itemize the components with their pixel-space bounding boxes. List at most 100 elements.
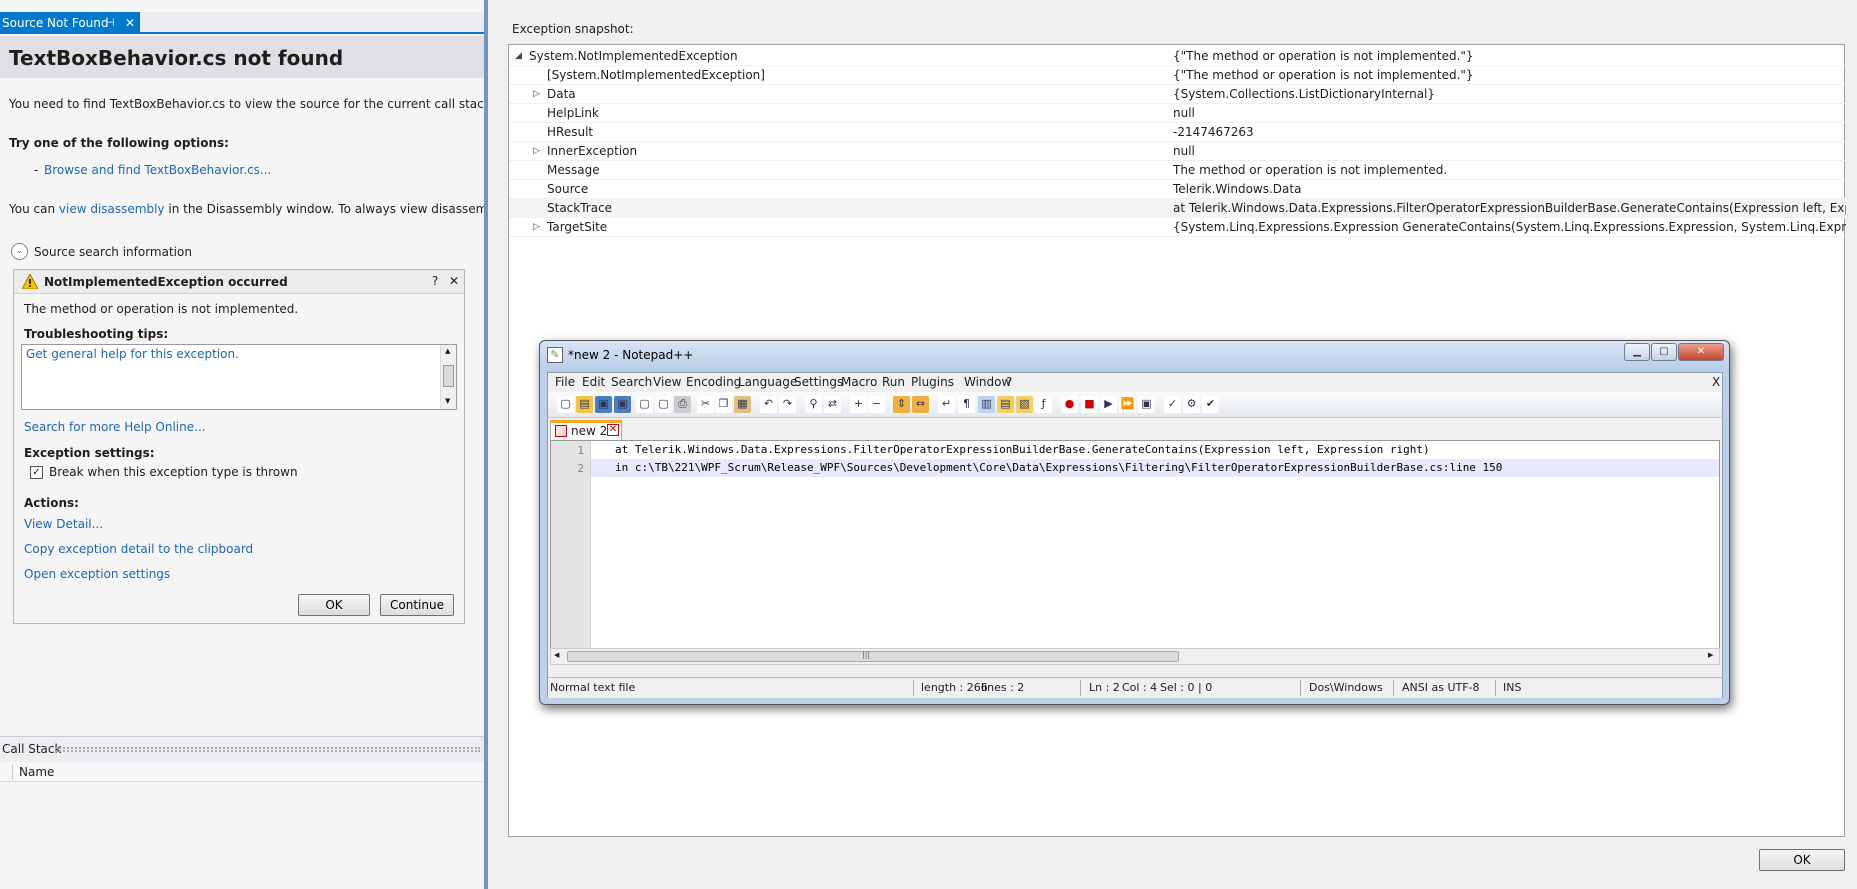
close-all-icon[interactable]: ▢ bbox=[655, 396, 672, 413]
save-all-icon[interactable]: ▣ bbox=[614, 396, 631, 413]
dialog-ok-button[interactable]: OK bbox=[1759, 849, 1845, 871]
scroll-left-icon[interactable]: ◀ bbox=[554, 651, 559, 659]
code-line[interactable]: at Telerik.Windows.Data.Expressions.Filt… bbox=[591, 441, 1430, 459]
view-disassembly-link[interactable]: view disassembly bbox=[59, 202, 165, 216]
udl-icon[interactable]: ▤ bbox=[997, 396, 1014, 413]
close-tab-icon[interactable]: ✕ bbox=[607, 424, 619, 436]
snapshot-row[interactable]: ▷ Data {System.Collections.ListDictionaryI… bbox=[509, 85, 1846, 104]
close-icon[interactable]: ▢ bbox=[636, 396, 653, 413]
expand-icon[interactable]: ▷ bbox=[533, 218, 540, 236]
search-help-online-link[interactable]: Search for more Help Online... bbox=[24, 420, 206, 434]
pin-icon[interactable]: ⊣ bbox=[105, 12, 115, 34]
save-macro-icon[interactable]: ▣ bbox=[1138, 396, 1155, 413]
browse-source-link[interactable]: Browse and find TextBoxBehavior.cs... bbox=[44, 163, 271, 177]
scroll-thumb[interactable]: ||| bbox=[567, 650, 1179, 662]
print-icon[interactable]: ⎙ bbox=[674, 396, 691, 413]
snapshot-row[interactable]: Source Telerik.Windows.Data bbox=[509, 180, 1846, 199]
notepadpp-titlebar[interactable]: ✎ *new 2 - Notepad++ ▁ ▢ ✕ bbox=[540, 341, 1729, 372]
spellcheck-icon[interactable]: ✓ bbox=[1164, 396, 1181, 413]
snapshot-row[interactable]: ▷ InnerException null bbox=[509, 142, 1846, 161]
horizontal-scrollbar[interactable]: ◀ ||| ▶ bbox=[550, 648, 1720, 665]
cut-icon[interactable]: ✂ bbox=[697, 396, 714, 413]
find-icon[interactable]: ⚲ bbox=[805, 396, 822, 413]
menu-item[interactable]: File bbox=[555, 373, 575, 392]
redo-icon[interactable]: ↷ bbox=[779, 396, 796, 413]
expand-icon[interactable]: ▷ bbox=[533, 85, 540, 103]
open-file-icon[interactable]: ▤ bbox=[576, 396, 593, 413]
menu-close-icon[interactable]: X bbox=[1712, 373, 1720, 392]
source-search-label[interactable]: Source search information bbox=[34, 245, 192, 259]
save-icon[interactable]: ▣ bbox=[595, 396, 612, 413]
scroll-down-icon[interactable]: ▼ bbox=[445, 397, 450, 405]
paste-icon[interactable]: ▦ bbox=[734, 396, 751, 413]
new-file-icon[interactable]: ▢ bbox=[557, 396, 574, 413]
menu-item[interactable]: Encoding bbox=[686, 373, 741, 392]
stop-macro-icon[interactable]: ■ bbox=[1081, 396, 1098, 413]
indent-guide-icon[interactable]: ▥ bbox=[978, 396, 995, 413]
menu-item[interactable]: Window bbox=[964, 373, 1011, 392]
status-divider bbox=[1080, 680, 1081, 696]
snapshot-row[interactable]: ▷ TargetSite {System.Linq.Expressions.Expr… bbox=[509, 218, 1846, 237]
view-detail-link[interactable]: View Detail... bbox=[24, 517, 103, 531]
snapshot-row[interactable]: StackTrace at Telerik.Windows.Data.Expre… bbox=[509, 199, 1846, 218]
doc-map-icon[interactable]: ▧ bbox=[1016, 396, 1033, 413]
name-column-header[interactable]: Name bbox=[19, 765, 54, 779]
sync-h-icon[interactable]: ⇔ bbox=[912, 396, 929, 413]
sync-v-icon[interactable]: ⇕ bbox=[893, 396, 910, 413]
play-macro-icon[interactable]: ▶ bbox=[1100, 396, 1117, 413]
chevron-down-icon[interactable]: ⌄ bbox=[11, 243, 28, 260]
close-icon[interactable]: ✕ bbox=[449, 274, 459, 288]
menu-item[interactable]: View bbox=[653, 373, 681, 392]
minimize-button[interactable]: ▁ bbox=[1624, 343, 1650, 361]
help-icon[interactable]: ? bbox=[432, 274, 438, 288]
expand-icon[interactable]: ▷ bbox=[533, 142, 540, 160]
undo-icon[interactable]: ↶ bbox=[760, 396, 777, 413]
close-tab-icon[interactable]: ✕ bbox=[125, 12, 135, 34]
menu-item[interactable]: Search bbox=[611, 373, 652, 392]
code-line-current[interactable]: in c:\TB\221\WPF_Scrum\Release_WPF\Sourc… bbox=[591, 459, 1719, 477]
menu-item[interactable]: ? bbox=[1006, 373, 1012, 392]
menu-item[interactable]: Edit bbox=[582, 373, 605, 392]
row-name: System.NotImplementedException bbox=[529, 49, 738, 63]
open-settings-link[interactable]: Open exception settings bbox=[24, 567, 170, 581]
menu-item[interactable]: Language bbox=[738, 373, 797, 392]
snapshot-row[interactable]: Message The method or operation is not im… bbox=[509, 161, 1846, 180]
run-macro-multiple-icon[interactable]: ⏩ bbox=[1119, 396, 1136, 413]
tips-scrollbar[interactable]: ▲ ▼ bbox=[440, 345, 456, 409]
record-macro-icon[interactable]: ● bbox=[1061, 396, 1078, 413]
tab-new-2[interactable]: new 2 ✕ bbox=[550, 420, 622, 440]
collapse-icon[interactable]: ◢ bbox=[515, 47, 522, 65]
tab-source-not-found[interactable]: Source Not Found ⊣ ✕ bbox=[0, 12, 140, 34]
snapshot-row[interactable]: [System.NotImplementedException] {"The me… bbox=[509, 66, 1846, 85]
close-window-button[interactable]: ✕ bbox=[1678, 343, 1724, 361]
snapshot-row[interactable]: HResult -2147467263 bbox=[509, 123, 1846, 142]
snapshot-row[interactable]: HelpLink null bbox=[509, 104, 1846, 123]
menu-item[interactable]: Settings bbox=[794, 373, 843, 392]
zoom-in-icon[interactable]: + bbox=[850, 396, 867, 413]
general-help-link[interactable]: Get general help for this exception. bbox=[26, 347, 239, 361]
menu-item[interactable]: Macro bbox=[841, 373, 877, 392]
scroll-up-icon[interactable]: ▲ bbox=[445, 347, 450, 355]
ok-button[interactable]: OK bbox=[298, 594, 370, 616]
show-all-chars-icon[interactable]: ¶ bbox=[958, 396, 975, 413]
spell-auto-icon[interactable]: ✔ bbox=[1202, 396, 1219, 413]
snapshot-row[interactable]: ◢ System.NotImplementedException {"The met… bbox=[509, 47, 1846, 66]
menu-item[interactable]: Plugins bbox=[911, 373, 954, 392]
scroll-right-icon[interactable]: ▶ bbox=[1708, 651, 1713, 659]
scroll-thumb[interactable] bbox=[443, 365, 454, 387]
copy-detail-link[interactable]: Copy exception detail to the clipboard bbox=[24, 542, 253, 556]
continue-button[interactable]: Continue bbox=[380, 594, 454, 616]
word-wrap-icon[interactable]: ↵ bbox=[938, 396, 955, 413]
menu-item[interactable]: Run bbox=[882, 373, 905, 392]
break-checkbox[interactable]: ✓ bbox=[30, 466, 43, 479]
tab-label: Source Not Found bbox=[2, 16, 109, 30]
function-list-icon[interactable]: ƒ bbox=[1035, 396, 1052, 413]
tips-list[interactable]: Get general help for this exception. ▲ ▼ bbox=[21, 344, 457, 410]
status-file-type: Normal text file bbox=[550, 681, 636, 694]
replace-icon[interactable]: ⇄ bbox=[824, 396, 841, 413]
copy-icon[interactable]: ❐ bbox=[715, 396, 732, 413]
editor[interactable]: 1 2 at Telerik.Windows.Data.Expressions.… bbox=[550, 440, 1720, 649]
spell-options-icon[interactable]: ⚙ bbox=[1183, 396, 1200, 413]
maximize-button[interactable]: ▢ bbox=[1651, 343, 1677, 361]
zoom-out-icon[interactable]: − bbox=[868, 396, 885, 413]
